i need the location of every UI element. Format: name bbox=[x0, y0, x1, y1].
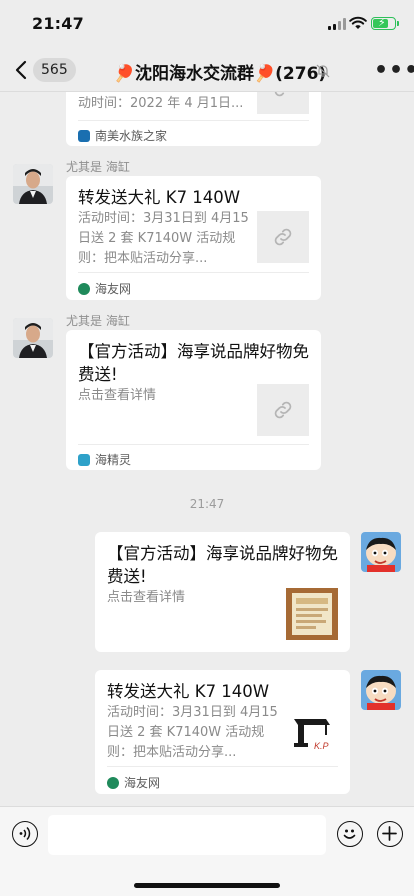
wifi-icon bbox=[349, 16, 367, 29]
home-indicator[interactable] bbox=[134, 883, 280, 888]
card-description: 活动时间：3月31日到 4月15日送 2 套 K7140W 活动规则：把本贴活动… bbox=[78, 211, 249, 266]
card-source: 海友网 bbox=[107, 774, 160, 791]
avatar[interactable] bbox=[13, 164, 53, 204]
avatar[interactable] bbox=[361, 532, 401, 572]
shared-link-card[interactable]: 转发送大礼 K7 140W 活动时间：3月31日到 4月15日送 2 套 K71… bbox=[95, 670, 350, 794]
ping-pong-emoji-icon: 🏓 bbox=[113, 64, 135, 84]
card-source: 南美水族之家 bbox=[78, 127, 167, 144]
shared-link-card[interactable]: 【官方活动】海享说品牌好物免费送! 点击查看详情 bbox=[95, 532, 350, 652]
shared-link-card[interactable]: 动时间：2022 年 4 月1日... 南美水族之家 bbox=[66, 92, 321, 146]
link-icon bbox=[257, 211, 309, 263]
message-input[interactable] bbox=[48, 815, 326, 855]
card-title: 转发送大礼 K7 140W bbox=[78, 188, 241, 207]
status-time: 21:47 bbox=[32, 14, 84, 33]
card-description: 活动时间：3月31日到 4月15日送 2 套 K7140W 活动规则：把本贴活动… bbox=[107, 705, 278, 760]
article-thumbnail bbox=[286, 588, 338, 640]
card-source: 海友网 bbox=[78, 280, 131, 297]
source-logo-icon bbox=[107, 776, 119, 789]
sender-name: 尤其是 海缸 bbox=[66, 160, 130, 174]
chat-message-list[interactable]: 动时间：2022 年 4 月1日... 南美水族之家 尤其是 海缸 转发送大礼 … bbox=[0, 92, 414, 806]
svg-text:K.P: K.P bbox=[314, 741, 329, 751]
mute-bell-icon bbox=[316, 64, 330, 78]
unread-count-badge[interactable]: 565 bbox=[33, 58, 76, 82]
emoji-icon[interactable] bbox=[337, 821, 363, 847]
card-source-label: 海友网 bbox=[124, 776, 161, 790]
source-logo-icon bbox=[78, 282, 90, 295]
battery-icon: ⚡ bbox=[371, 16, 399, 30]
shared-link-card[interactable]: 【官方活动】海享说品牌好物免费送! 点击查看详情 海精灵 bbox=[66, 330, 321, 470]
shared-link-card[interactable]: 转发送大礼 K7 140W 活动时间：3月31日到 4月15日送 2 套 K71… bbox=[66, 176, 321, 300]
card-description: 点击查看详情 bbox=[78, 388, 157, 403]
plus-icon[interactable] bbox=[377, 821, 403, 847]
ping-pong-emoji-icon: 🏓 bbox=[253, 64, 276, 84]
sender-name: 尤其是 海缸 bbox=[66, 314, 130, 328]
chat-header: 565 🏓沈阳海水交流群🏓(276) ••• bbox=[0, 48, 414, 92]
card-source-label: 海精灵 bbox=[95, 453, 132, 467]
card-source: 海精灵 bbox=[78, 451, 131, 468]
card-title: 【官方活动】海享说品牌好物免费送! bbox=[107, 544, 338, 586]
avatar[interactable] bbox=[13, 318, 53, 358]
product-thumbnail: K.P bbox=[286, 705, 338, 757]
avatar[interactable] bbox=[361, 670, 401, 710]
link-icon bbox=[257, 92, 309, 114]
more-options-button[interactable]: ••• bbox=[374, 58, 414, 83]
card-source-label: 南美水族之家 bbox=[95, 129, 168, 143]
chat-title: 🏓沈阳海水交流群🏓(276) bbox=[96, 59, 344, 84]
group-name: 沈阳海水交流群 bbox=[134, 64, 254, 84]
card-source-label: 海友网 bbox=[95, 282, 132, 296]
back-arrow-icon[interactable] bbox=[14, 60, 28, 80]
card-title: 转发送大礼 K7 140W bbox=[107, 682, 270, 701]
chat-input-bar bbox=[0, 806, 414, 896]
link-icon bbox=[257, 384, 309, 436]
card-description: 点击查看详情 bbox=[107, 590, 186, 605]
source-logo-icon bbox=[78, 129, 90, 142]
card-description: 动时间：2022 年 4 月1日... bbox=[78, 96, 244, 111]
source-logo-icon bbox=[78, 453, 90, 466]
status-bar: 21:47 ⚡ bbox=[0, 0, 414, 48]
message-timestamp: 21:47 bbox=[189, 497, 225, 511]
voice-icon[interactable] bbox=[12, 821, 38, 847]
cellular-signal-icon bbox=[328, 18, 346, 30]
card-title: 【官方活动】海享说品牌好物免费送! bbox=[78, 342, 309, 384]
